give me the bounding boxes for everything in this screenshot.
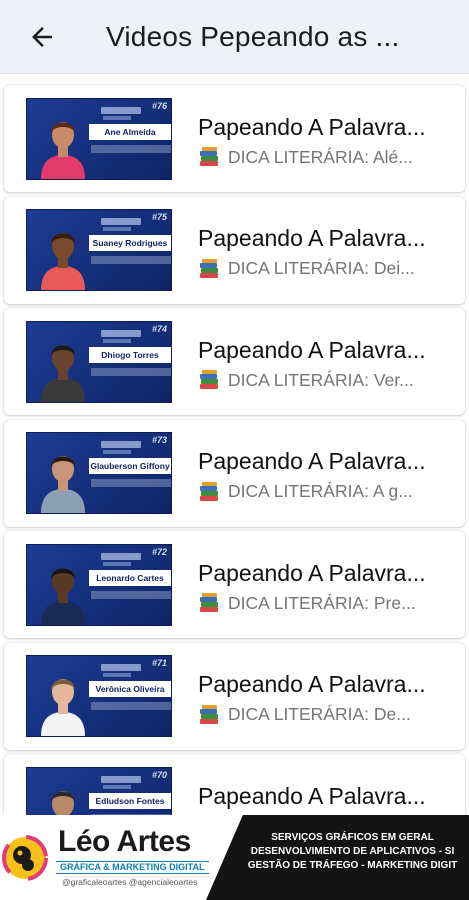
thumbnail-guest-role <box>91 144 171 153</box>
thumbnail-episode-number: #72 <box>151 546 167 557</box>
video-text: Papeando A Palavra... DICA LITERÁRIA: De… <box>198 221 448 279</box>
thumbnail-guest-name: Edludson Fontes <box>89 792 171 809</box>
guest-portrait-icon <box>41 121 85 179</box>
video-card[interactable]: #75 Suaney Rodrigues Papeando A Palavra.… <box>4 196 465 304</box>
guest-portrait-icon <box>41 567 85 625</box>
thumbnail-guest-name: Dhiogo Torres <box>89 346 171 363</box>
thumbnail-episode-number: #71 <box>151 658 167 668</box>
video-thumbnail[interactable]: #71 Verônica Oliveira <box>26 655 172 737</box>
thumbnail-guest-name: Verônica Oliveira <box>89 681 171 697</box>
guest-portrait-icon <box>41 233 85 290</box>
video-text: Papeando A Palavra... DICA LITERÁRIA: Al… <box>198 110 448 168</box>
thumbnail-brand-mark <box>101 775 141 783</box>
books-icon <box>200 258 218 278</box>
video-title: Papeando A Palavra... <box>198 782 426 809</box>
thumbnail-brand-mark <box>103 338 131 343</box>
video-description: DICA LITERÁRIA: De... <box>198 704 448 725</box>
app-bar: Videos Pepeando as ... <box>0 0 469 74</box>
thumbnail-brand-mark <box>101 441 141 448</box>
back-button[interactable] <box>12 7 72 67</box>
video-description: DICA LITERÁRIA: Dei... <box>198 258 448 279</box>
thumbnail-guest-role <box>91 590 171 599</box>
video-text: Papeando A Palavra... DICA LITERÁRIA: Pr… <box>198 556 448 614</box>
video-card[interactable]: #74 Dhiogo Torres Papeando A Palavra... … <box>4 308 465 415</box>
thumbnail-brand-mark <box>101 218 141 225</box>
video-text: Papeando A Palavra... DICA LITERÁRIA: Ve… <box>198 333 448 391</box>
video-description-text: DICA LITERÁRIA: De... <box>228 704 411 724</box>
video-description: DICA LITERÁRIA: Alé... <box>198 147 448 168</box>
banner-subtitle: GRÁFICA & MARKETING DIGITAL <box>56 861 209 874</box>
thumbnail-brand-mark <box>101 552 141 560</box>
thumbnail-episode-number: #73 <box>151 435 167 445</box>
video-card[interactable]: #72 Leonardo Cartes Papeando A Palavra..… <box>4 531 465 638</box>
thumbnail-brand-mark <box>101 106 141 114</box>
leo-artes-logo-icon <box>2 835 48 881</box>
books-icon <box>200 370 218 389</box>
thumbnail-brand-mark <box>103 784 131 789</box>
guest-portrait-icon <box>41 344 85 402</box>
thumbnail-guest-name: Suaney Rodrigues <box>89 235 171 251</box>
thumbnail-guest-role <box>91 367 171 376</box>
banner-services-panel: SERVIÇOS GRÁFICOS EM GERAL DESENVOLVIMEN… <box>206 815 469 900</box>
video-description-text: DICA LITERÁRIA: Pre... <box>228 592 416 613</box>
video-description: DICA LITERÁRIA: Pre... <box>198 593 448 614</box>
video-description-text: DICA LITERÁRIA: A g... <box>228 481 413 501</box>
video-thumbnail[interactable]: #75 Suaney Rodrigues <box>26 209 172 291</box>
video-thumbnail[interactable]: #72 Leonardo Cartes <box>26 543 172 626</box>
video-card[interactable]: #71 Verônica Oliveira Papeando A Palavra… <box>4 642 465 750</box>
thumbnail-episode-number: #75 <box>151 212 167 222</box>
thumbnail-brand-mark <box>103 561 131 566</box>
thumbnail-guest-role <box>91 256 171 264</box>
video-thumbnail[interactable]: #76 Ane Almeida <box>26 97 172 180</box>
video-description-text: DICA LITERÁRIA: Dei... <box>228 258 415 278</box>
video-title: Papeando A Palavra... <box>198 448 426 474</box>
books-icon <box>200 481 218 501</box>
video-description-text: DICA LITERÁRIA: Alé... <box>228 146 413 167</box>
video-thumbnail[interactable]: #74 Dhiogo Torres <box>26 320 172 403</box>
banner-service-line: GESTÃO DE TRÁFEGO - MARKETING DIGIT <box>247 860 458 871</box>
thumbnail-brand-mark <box>101 664 141 671</box>
thumbnail-guest-role <box>91 479 171 487</box>
video-text: Papeando A Palavra... DICA LITERÁRIA: De… <box>198 667 448 725</box>
thumbnail-episode-number: #74 <box>151 323 167 334</box>
ad-banner[interactable]: Léo Artes GRÁFICA & MARKETING DIGITAL @g… <box>0 815 469 900</box>
video-card[interactable]: #76 Ane Almeida Papeando A Palavra... DI… <box>4 85 465 192</box>
video-text: Papeando A Palavra... DICA LITERÁRIA: A … <box>198 444 448 502</box>
video-title: Papeando A Palavra... <box>198 113 426 140</box>
banner-service-line: SERVIÇOS GRÁFICOS EM GERAL <box>271 832 434 843</box>
guest-portrait-icon <box>41 679 85 736</box>
thumbnail-guest-name: Leonardo Cartes <box>89 569 171 586</box>
video-title: Papeando A Palavra... <box>198 559 426 586</box>
video-thumbnail[interactable]: #73 Glauberson Giffony <box>26 432 172 514</box>
video-title: Papeando A Palavra... <box>198 671 426 697</box>
thumbnail-episode-number: #70 <box>151 769 167 780</box>
banner-social-handles: @graficaleoartes @agencialeoartes <box>62 877 198 887</box>
page-title: Videos Pepeando as ... <box>106 20 400 52</box>
thumbnail-guest-role <box>91 702 171 710</box>
video-card[interactable]: #73 Glauberson Giffony Papeando A Palavr… <box>4 419 465 527</box>
arrow-left-icon <box>32 26 52 47</box>
thumbnail-brand-mark <box>103 673 131 677</box>
thumbnail-episode-number: #76 <box>151 100 167 111</box>
video-title: Papeando A Palavra... <box>198 225 426 251</box>
thumbnail-brand-mark <box>103 115 131 120</box>
thumbnail-brand-mark <box>103 450 131 454</box>
books-icon <box>200 593 218 612</box>
books-icon <box>200 704 218 724</box>
video-description: DICA LITERÁRIA: A g... <box>198 481 448 502</box>
thumbnail-brand-mark <box>103 227 131 231</box>
guest-portrait-icon <box>41 456 85 513</box>
banner-brand-name: Léo Artes <box>58 825 191 858</box>
video-description-text: DICA LITERÁRIA: Ver... <box>228 369 414 390</box>
thumbnail-guest-name: Glauberson Giffony <box>89 458 171 474</box>
video-title: Papeando A Palavra... <box>198 336 426 363</box>
banner-service-line: DESENVOLVIMENTO DE APLICATIVOS - SI <box>250 846 455 857</box>
books-icon <box>200 147 218 166</box>
thumbnail-guest-name: Ane Almeida <box>89 123 171 140</box>
video-description: DICA LITERÁRIA: Ver... <box>198 370 448 391</box>
thumbnail-brand-mark <box>101 329 141 337</box>
